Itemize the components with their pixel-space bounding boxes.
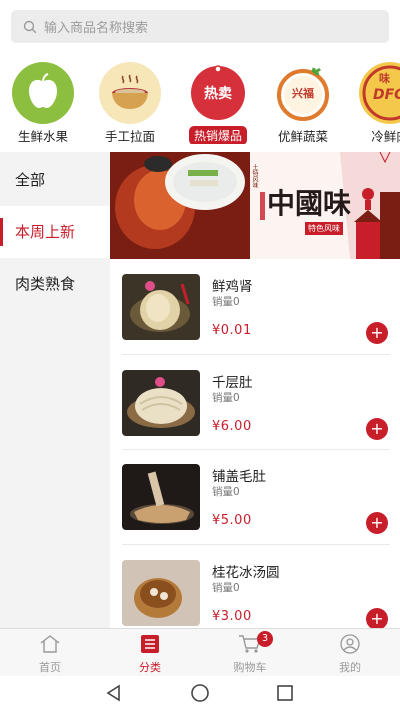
banner-subtitle: 特色风味 xyxy=(305,222,343,235)
tab-label: 我的 xyxy=(339,661,361,674)
category-noodles[interactable]: 手工拉面 xyxy=(90,62,170,144)
add-to-cart-button[interactable]: + xyxy=(366,512,388,534)
product-name: 鲜鸡肾 xyxy=(212,279,253,295)
product-price: ¥5.00 xyxy=(212,513,252,528)
category-fruit[interactable]: 生鲜水果 xyxy=(3,62,83,144)
product-sales: 销量0 xyxy=(212,486,240,498)
divider xyxy=(122,449,390,450)
product-card[interactable]: 千层肚 销量0 ¥6.00 + xyxy=(122,370,390,460)
banner-seal: 土特风味 xyxy=(251,164,258,188)
product-sales: 销量0 xyxy=(212,296,240,308)
product-price: ¥3.00 xyxy=(212,609,252,624)
product-price: ¥0.01 xyxy=(212,323,252,338)
product-image xyxy=(122,560,200,626)
add-to-cart-button[interactable]: + xyxy=(366,608,388,630)
system-nav-bar xyxy=(0,676,400,711)
tab-label: 首页 xyxy=(39,661,61,674)
product-sales: 销量0 xyxy=(212,392,240,404)
vegetable-logo-icon: 兴福 xyxy=(272,62,334,124)
logo-text: DFC xyxy=(373,87,400,103)
divider xyxy=(122,544,390,545)
category-vegetables[interactable]: 兴福 优鲜蔬菜 xyxy=(263,62,343,144)
search-placeholder: 输入商品名称搜索 xyxy=(44,21,149,36)
search-input[interactable]: 输入商品名称搜索 xyxy=(11,10,389,43)
category-hot-sale[interactable]: 热卖 热销爆品 xyxy=(178,62,258,144)
tab-profile[interactable]: 我的 xyxy=(310,634,390,675)
promo-banner[interactable]: 中國味 特色风味 土特风味 xyxy=(110,152,400,259)
category-label: 冷鲜肉 xyxy=(371,129,400,144)
add-to-cart-button[interactable]: + xyxy=(366,322,388,344)
category-carousel: 生鲜水果 手工拉面 热卖 热销爆品 兴福 优鲜蔬菜 味 DFC 冷鲜肉 xyxy=(0,62,400,144)
dfc-logo-icon: 味 DFC xyxy=(359,62,400,124)
home-icon xyxy=(40,635,60,653)
category-label: 手工拉面 xyxy=(104,129,155,144)
category-label: 优鲜蔬菜 xyxy=(277,129,328,144)
sidebar-item-new-this-week[interactable]: 本周上新 xyxy=(0,206,110,258)
product-card[interactable]: 鲜鸡肾 销量0 ¥0.01 + xyxy=(122,274,390,364)
category-label: 生鲜水果 xyxy=(17,129,68,144)
product-image xyxy=(122,370,200,436)
product-name: 桂花冰汤圆 xyxy=(212,565,280,581)
search-bar: 输入商品名称搜索 xyxy=(0,0,400,54)
product-sales: 销量0 xyxy=(212,582,240,594)
category-label: 热销爆品 xyxy=(188,126,247,144)
hot-badge-text: 热卖 xyxy=(204,86,232,102)
cart-badge: 3 xyxy=(257,631,273,647)
sidebar-item-meat-deli[interactable]: 肉类熟食 xyxy=(0,258,110,310)
tab-category[interactable]: 分类 xyxy=(110,634,190,675)
user-icon xyxy=(340,634,360,654)
home-circle-icon[interactable] xyxy=(190,683,210,703)
tab-cart[interactable]: 购物车 xyxy=(210,634,290,675)
back-icon[interactable] xyxy=(105,684,123,702)
tab-label: 分类 xyxy=(139,661,161,674)
product-name: 铺盖毛肚 xyxy=(212,469,266,485)
logo-small-text: 味 xyxy=(379,72,390,85)
product-image xyxy=(122,274,200,340)
logo-text: 兴福 xyxy=(292,87,314,100)
noodle-bowl-icon xyxy=(99,62,161,124)
category-icon xyxy=(141,635,159,653)
hot-sale-icon: 热卖 xyxy=(187,62,249,124)
product-price: ¥6.00 xyxy=(212,419,252,434)
product-name: 千层肚 xyxy=(212,375,253,391)
add-to-cart-button[interactable]: + xyxy=(366,418,388,440)
sidebar-item-all[interactable]: 全部 xyxy=(0,154,110,206)
divider xyxy=(122,354,390,355)
product-image xyxy=(122,464,200,530)
tab-home[interactable]: 首页 xyxy=(10,634,90,675)
category-cold-meat[interactable]: 味 DFC 冷鲜肉 xyxy=(350,62,400,144)
tab-label: 购物车 xyxy=(233,661,267,674)
apple-icon xyxy=(12,62,74,124)
recents-icon[interactable] xyxy=(276,684,294,702)
banner-title: 中國味 xyxy=(267,187,352,220)
category-sidebar: 全部 本周上新 肉类熟食 xyxy=(0,152,110,628)
bottom-tab-bar: 首页 分类 购物车 我的 xyxy=(0,628,400,676)
product-card[interactable]: 铺盖毛肚 销量0 ¥5.00 + xyxy=(122,464,390,554)
search-icon xyxy=(23,20,37,33)
